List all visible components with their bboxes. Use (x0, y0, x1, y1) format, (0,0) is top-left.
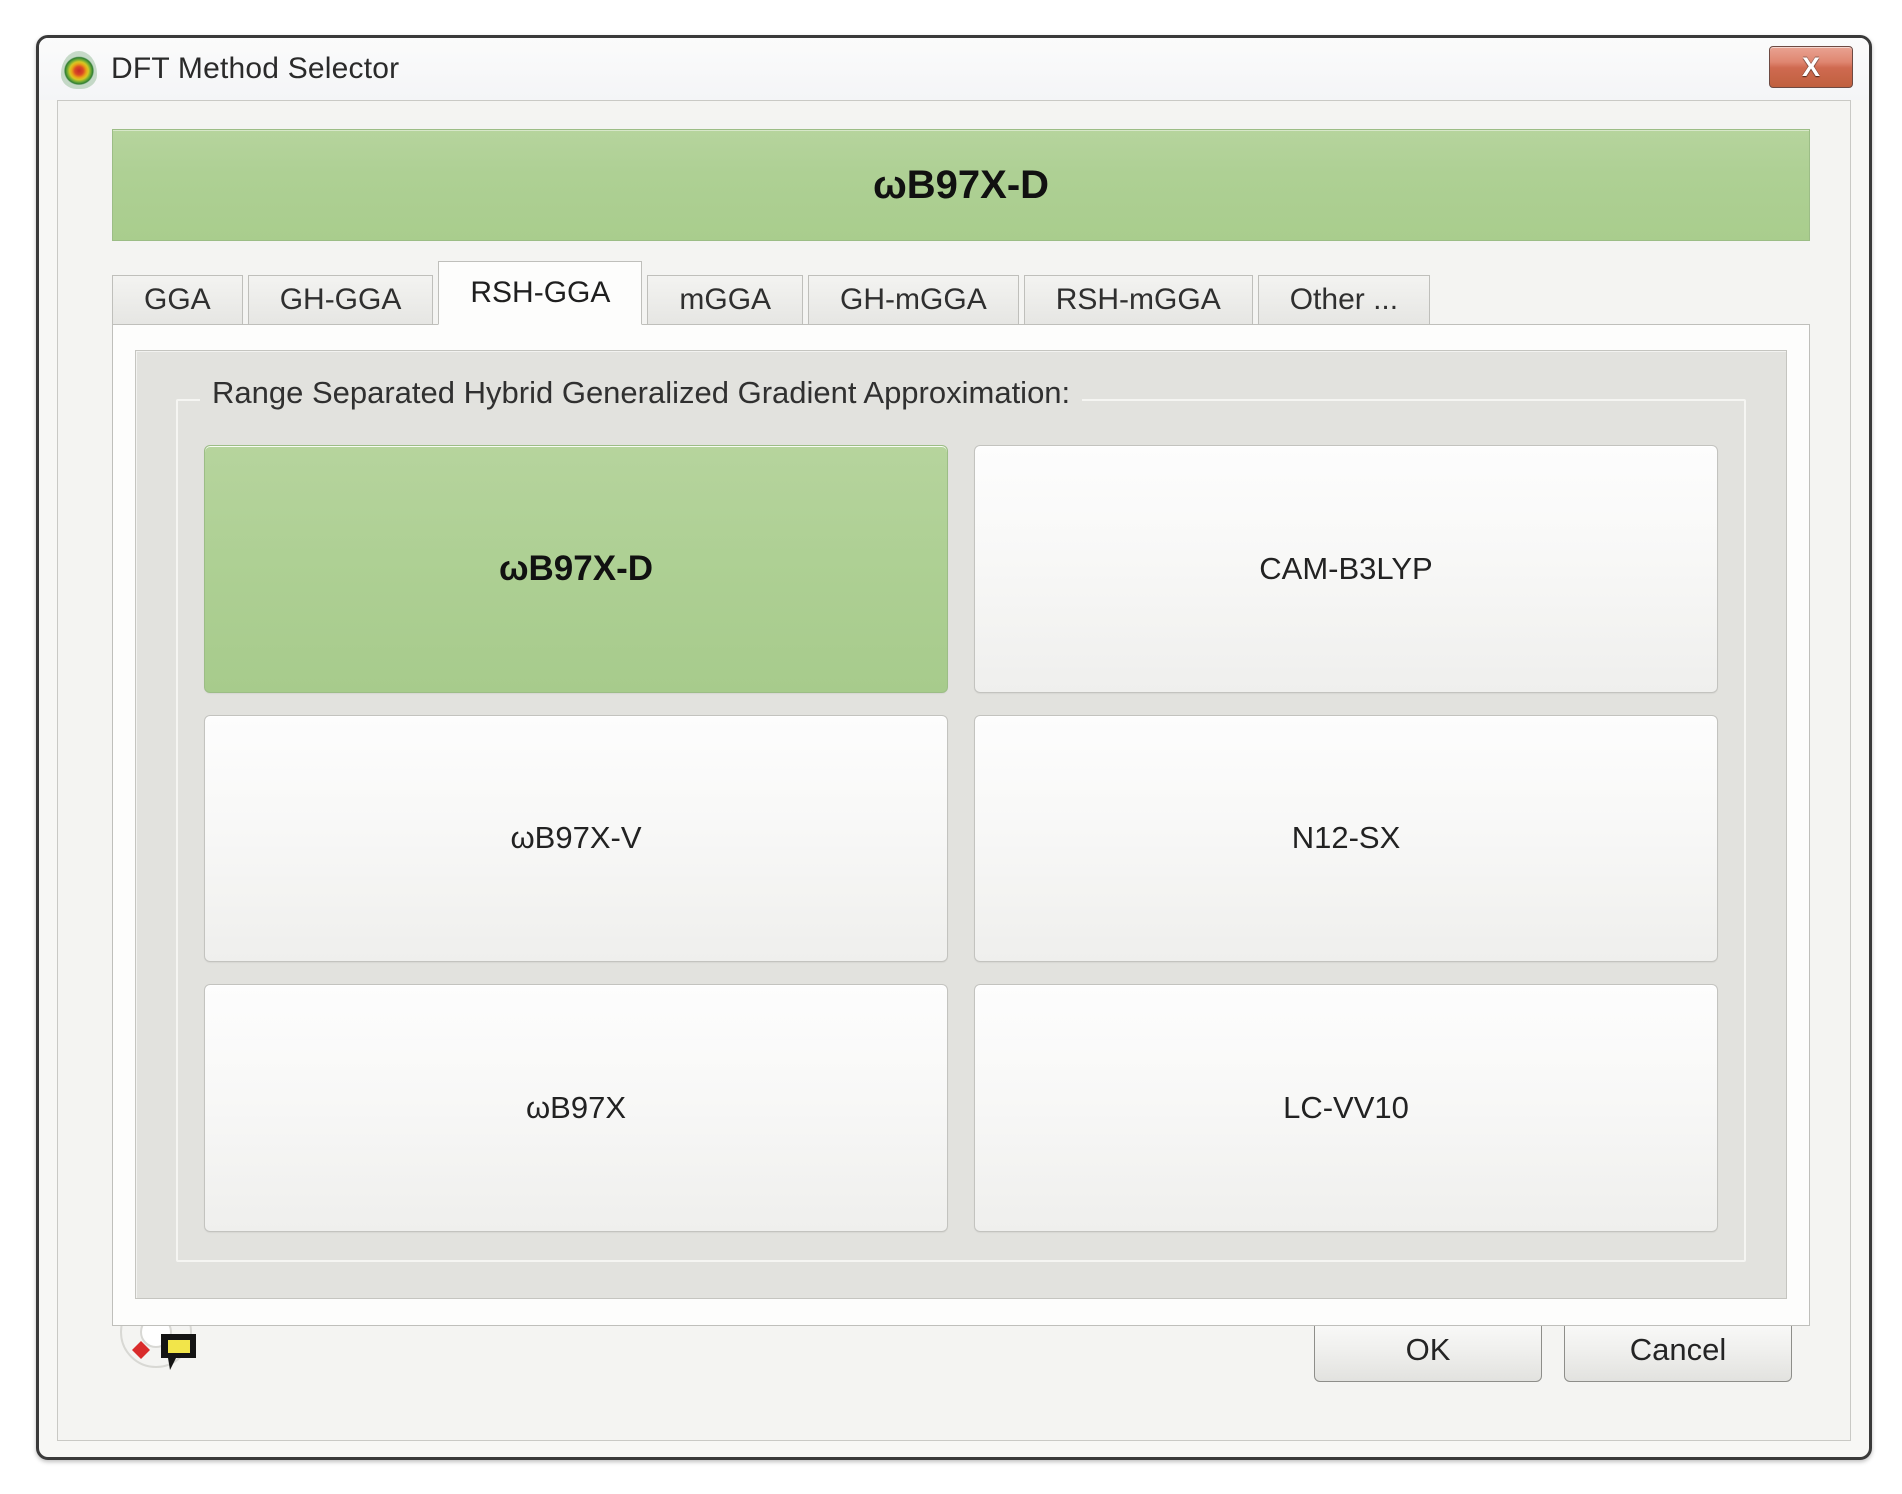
tab-gh-gga[interactable]: GH-GGA (247, 275, 434, 325)
tab-gga[interactable]: GGA (112, 275, 243, 325)
method-grid: ωB97X-D CAM-B3LYP ωB97X-V N12-SX ωB97X L… (204, 445, 1718, 1232)
footer-button-group: OK Cancel (1314, 1318, 1792, 1382)
tab-content-panel: Range Separated Hybrid Generalized Gradi… (112, 324, 1810, 1326)
method-button-lc-vv10[interactable]: LC-VV10 (974, 984, 1718, 1232)
window-title: DFT Method Selector (111, 52, 400, 85)
method-button-wb97x-d[interactable]: ωB97X-D (204, 445, 948, 693)
dialog-client-area: ωB97X-D GGA GH-GGA RSH-GGA mGGA GH-mGGA … (57, 100, 1851, 1441)
selected-method-banner: ωB97X-D (112, 129, 1810, 241)
tab-mgga[interactable]: mGGA (647, 275, 804, 325)
tab-rsh-mgga[interactable]: RSH-mGGA (1023, 275, 1253, 325)
cancel-button[interactable]: Cancel (1564, 1318, 1792, 1382)
method-button-cam-b3lyp[interactable]: CAM-B3LYP (974, 445, 1718, 693)
groupbox-legend: Range Separated Hybrid Generalized Gradi… (200, 375, 1083, 411)
tab-gh-mgga[interactable]: GH-mGGA (808, 275, 1019, 325)
tab-other[interactable]: Other ... (1257, 275, 1431, 325)
dialog-window: DFT Method Selector X ωB97X-D GGA GH-GGA… (36, 35, 1872, 1460)
method-container: Range Separated Hybrid Generalized Gradi… (135, 350, 1787, 1299)
title-bar: DFT Method Selector X (39, 38, 1869, 100)
selected-method-label: ωB97X-D (872, 162, 1050, 207)
close-button[interactable]: X (1769, 46, 1853, 88)
method-groupbox: Range Separated Hybrid Generalized Gradi… (176, 375, 1746, 1262)
tab-rsh-gga[interactable]: RSH-GGA (438, 261, 643, 325)
method-button-wb97x-v[interactable]: ωB97X-V (204, 714, 948, 963)
method-button-wb97x[interactable]: ωB97X (204, 984, 948, 1232)
ok-button[interactable]: OK (1314, 1318, 1542, 1382)
density-blob-icon (61, 51, 97, 89)
tab-strip: GGA GH-GGA RSH-GGA mGGA GH-mGGA RSH-mGGA… (112, 261, 1810, 325)
close-icon: X (1801, 51, 1820, 82)
method-button-n12-sx[interactable]: N12-SX (974, 714, 1718, 963)
